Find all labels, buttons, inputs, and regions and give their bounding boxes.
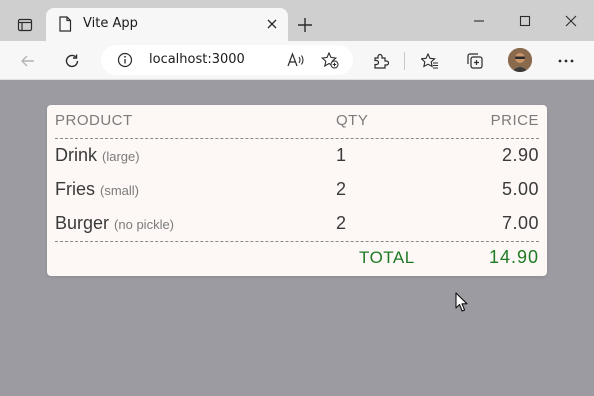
- header-product: PRODUCT: [55, 112, 133, 129]
- close-icon: [565, 15, 577, 26]
- star-add-icon[interactable]: [320, 51, 339, 73]
- favorites-button[interactable]: [417, 48, 443, 74]
- product-note: (large): [102, 149, 140, 164]
- product-name: Burger (no pickle): [55, 213, 175, 233]
- header-price: PRICE: [490, 112, 539, 129]
- title-bar: Vite App: [0, 0, 594, 41]
- header-divider: [55, 138, 539, 139]
- product-qty: 2: [336, 179, 347, 199]
- product-name: Drink (large): [55, 145, 140, 165]
- puzzle-icon: [374, 53, 390, 69]
- maximize-icon: [519, 15, 531, 26]
- tab-actions-icon[interactable]: [12, 12, 38, 38]
- tab-vite-app[interactable]: Vite App: [46, 8, 288, 41]
- plus-icon: [298, 18, 312, 32]
- product-qty: 2: [336, 213, 347, 233]
- url-text[interactable]: localhost:3000: [149, 52, 245, 67]
- collections-icon: [467, 53, 483, 69]
- maximize-button[interactable]: [502, 0, 548, 41]
- new-tab-button[interactable]: [294, 14, 316, 36]
- close-window-button[interactable]: [548, 0, 594, 41]
- favorites-icon: [421, 52, 438, 69]
- browser-toolbar: localhost:3000: [0, 41, 594, 80]
- extensions-button[interactable]: [368, 48, 394, 74]
- product-note: (no pickle): [114, 217, 175, 232]
- info-icon[interactable]: [117, 52, 133, 72]
- avatar[interactable]: [508, 48, 532, 72]
- product-qty: 1: [336, 145, 347, 165]
- receipt-card: PRODUCT QTY PRICE Drink (large) 1 2.90 F…: [47, 105, 547, 276]
- back-arrow-icon: [21, 55, 34, 67]
- product-price: 5.00: [501, 179, 539, 199]
- product-price: 2.90: [501, 145, 539, 165]
- refresh-button[interactable]: [59, 48, 85, 74]
- minimize-icon: [474, 19, 484, 22]
- read-aloud-icon[interactable]: [287, 52, 305, 72]
- minimize-button[interactable]: [456, 0, 502, 41]
- header-qty: QTY: [336, 112, 369, 129]
- tab-title: Vite App: [83, 16, 138, 31]
- back-button[interactable]: [15, 48, 41, 74]
- total-divider: [55, 241, 539, 242]
- toolbar-divider: [404, 52, 405, 70]
- product-name: Fries (small): [55, 179, 140, 199]
- more-icon: [558, 59, 574, 63]
- total-value: 14.90: [488, 247, 539, 267]
- address-bar[interactable]: localhost:3000: [101, 45, 353, 75]
- more-button[interactable]: [553, 48, 579, 74]
- product-price: 7.00: [501, 213, 539, 233]
- refresh-icon: [65, 54, 79, 68]
- page-icon: [58, 16, 72, 36]
- product-note: (small): [100, 183, 140, 198]
- mouse-cursor: [455, 292, 469, 317]
- total-label: TOTAL: [359, 248, 415, 267]
- close-icon[interactable]: [264, 16, 280, 32]
- collections-button[interactable]: [462, 48, 488, 74]
